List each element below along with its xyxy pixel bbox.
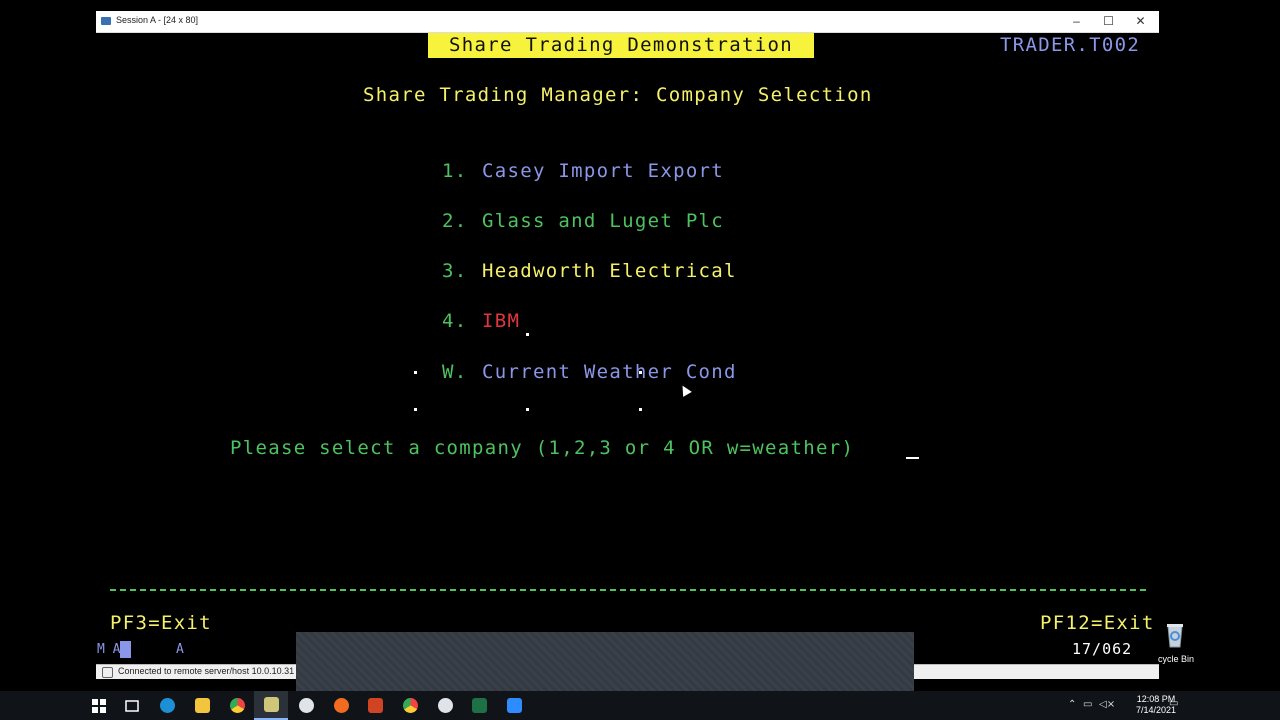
maximize-button[interactable]: ☐	[1092, 13, 1125, 30]
option-2-number: 2.	[442, 210, 468, 232]
window-titlebar[interactable]: Session A - [24 x 80] – ☐ ✕	[96, 11, 1159, 33]
close-button[interactable]: ✕	[1124, 13, 1157, 30]
screen-heading: Share Trading Manager: Company Selection	[363, 84, 873, 106]
windows-start-icon[interactable]	[82, 691, 116, 720]
overlay-panel	[296, 632, 914, 692]
minimize-button[interactable]: –	[1060, 13, 1093, 30]
separator-line	[110, 589, 1146, 592]
powerpoint-icon[interactable]	[358, 691, 392, 720]
option-4-label: IBM	[482, 310, 521, 332]
option-1-label: Casey Import Export	[482, 160, 725, 182]
terminal-app-icon[interactable]	[254, 691, 288, 720]
pf12-exit-key[interactable]: PF12=Exit	[1040, 612, 1155, 634]
notification-icon[interactable]: ▭	[1169, 698, 1178, 709]
option-3-label: Headworth Electrical	[482, 260, 737, 282]
field-marker	[526, 408, 529, 411]
app-orange-icon[interactable]	[324, 691, 358, 720]
cursor-position: 17/062	[1072, 640, 1133, 658]
connection-icon	[102, 667, 113, 678]
network-icon[interactable]: ▭	[1083, 699, 1092, 710]
field-marker	[639, 371, 642, 374]
option-2-label: Glass and Luget Plc	[482, 210, 725, 232]
oia-a-indicator: A	[176, 642, 184, 657]
option-w-number: W.	[442, 361, 468, 383]
excel-icon[interactable]	[462, 691, 496, 720]
recycle-bin-label: cycle Bin	[1158, 654, 1195, 664]
oia-indicator	[120, 641, 131, 658]
task-view-icon[interactable]	[115, 691, 149, 720]
connection-status-text: Connected to remote server/host 10.0.10.…	[118, 666, 314, 676]
pf3-exit-key[interactable]: PF3=Exit	[110, 612, 212, 634]
zoom-icon[interactable]	[497, 691, 531, 720]
selection-prompt: Please select a company (1,2,3 or 4 OR w…	[230, 437, 855, 459]
banner-title: Share Trading Demonstration	[428, 33, 814, 58]
selection-input-field[interactable]	[906, 457, 919, 459]
option-1-number: 1.	[442, 160, 468, 182]
option-w-label: Current Weather Cond	[482, 361, 737, 383]
app-icon-2[interactable]	[428, 691, 462, 720]
option-3-number: 3.	[442, 260, 468, 282]
session-app-icon	[101, 17, 111, 25]
field-marker	[414, 408, 417, 411]
chrome-icon[interactable]	[220, 691, 254, 720]
file-explorer-icon[interactable]	[185, 691, 219, 720]
terminal-window	[96, 11, 1159, 678]
app-icon[interactable]	[289, 691, 323, 720]
field-marker	[639, 408, 642, 411]
recycle-bin-icon[interactable]	[1160, 620, 1190, 650]
oia-mode: M A	[97, 642, 121, 657]
window-title: Session A - [24 x 80]	[116, 15, 199, 25]
chrome-icon-2[interactable]	[393, 691, 427, 720]
option-4-number: 4.	[442, 310, 468, 332]
taskbar: ⌃ ▭ ◁× 12:08 PM 7/14/2021 ▭	[0, 691, 1280, 720]
field-marker	[526, 333, 529, 336]
chevron-up-icon[interactable]: ⌃	[1068, 699, 1076, 710]
transaction-id: TRADER.T002	[1000, 34, 1141, 56]
edge-icon[interactable]	[150, 691, 184, 720]
field-marker	[414, 371, 417, 374]
volume-icon[interactable]: ◁×	[1099, 699, 1115, 710]
